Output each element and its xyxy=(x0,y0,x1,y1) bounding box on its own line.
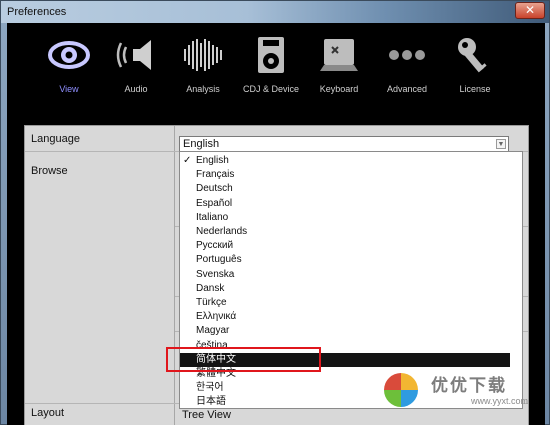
tab-label: View xyxy=(59,84,79,94)
key-icon xyxy=(458,38,487,73)
watermark-logo-icon xyxy=(384,373,418,407)
annotation-highlight-box xyxy=(166,347,321,372)
tab-audio[interactable]: Audio xyxy=(101,35,171,101)
language-option-label: Svenska xyxy=(196,268,235,280)
language-option[interactable]: Svenska xyxy=(180,268,522,282)
language-option-label: Ελληνικά xyxy=(196,311,237,323)
column-divider xyxy=(174,126,175,425)
language-option-label: Türkçe xyxy=(196,297,227,308)
language-option-label: Русский xyxy=(196,240,234,252)
speaker-icon xyxy=(116,40,151,70)
layout-label: Layout xyxy=(31,407,65,419)
language-option-label: English xyxy=(196,155,229,166)
tab-label: Advanced xyxy=(386,84,428,94)
title-bar[interactable]: Preferences ✕ xyxy=(1,1,549,23)
tab-cdj-device[interactable]: CDJ & Device xyxy=(236,35,306,101)
tab-view[interactable]: View xyxy=(34,35,104,101)
preferences-toolbar: View Audio Analysis CDJ & Device Keyboar… xyxy=(7,23,545,105)
tab-keyboard[interactable]: Keyboard xyxy=(304,35,374,101)
language-option-label: Français xyxy=(196,169,235,181)
language-option[interactable]: Deutsch xyxy=(180,182,522,196)
tab-analysis[interactable]: Analysis xyxy=(168,35,238,101)
language-option[interactable]: Italiano xyxy=(180,211,522,225)
watermark: 优优下载 www.yyxt.com xyxy=(373,369,548,409)
language-option-label: 한국어 xyxy=(196,382,224,394)
browse-label: Browse xyxy=(31,165,68,177)
language-option-label: Italiano xyxy=(196,211,229,223)
language-option[interactable]: Русский xyxy=(180,239,522,253)
language-option-label: Nederlands xyxy=(196,226,248,237)
tab-label: License xyxy=(459,84,491,94)
window-title: Preferences xyxy=(7,6,67,18)
language-option[interactable]: ✓ English xyxy=(180,154,522,168)
checkmark-icon: ✓ xyxy=(183,155,192,166)
language-option[interactable]: Français xyxy=(180,168,522,182)
language-option-label: Español xyxy=(196,197,233,209)
preferences-window: Preferences ✕ View Audio Analysis CDJ & … xyxy=(0,0,550,425)
language-option-label: Dansk xyxy=(196,282,225,294)
language-option-label: Deutsch xyxy=(196,183,233,195)
dots-icon xyxy=(389,50,425,60)
tab-license[interactable]: License xyxy=(440,35,510,101)
language-label: Language xyxy=(31,133,80,145)
tab-label: CDJ & Device xyxy=(242,84,299,94)
language-option-label: Magyar xyxy=(196,325,230,337)
layout-value: Tree View xyxy=(182,409,231,421)
close-button[interactable]: ✕ xyxy=(515,2,545,19)
language-option[interactable]: Ελληνικά xyxy=(180,310,522,324)
tab-label: Analysis xyxy=(186,84,220,94)
waveform-icon xyxy=(184,39,222,71)
language-option-label: Português xyxy=(196,254,242,266)
language-option[interactable]: Dansk xyxy=(180,282,522,296)
language-option[interactable]: Português xyxy=(180,253,522,267)
keyboard-icon xyxy=(320,39,358,71)
tab-advanced[interactable]: Advanced xyxy=(372,35,442,101)
language-option-label: 日本語 xyxy=(196,396,226,408)
language-option[interactable]: Español xyxy=(180,197,522,211)
tab-label: Keyboard xyxy=(319,84,359,94)
device-icon xyxy=(258,37,284,73)
tab-label: Audio xyxy=(124,84,148,94)
watermark-url: www.yyxt.com xyxy=(471,396,529,406)
watermark-text: 优优下载 xyxy=(431,376,507,395)
language-selected-value: English xyxy=(183,138,220,150)
eye-icon xyxy=(48,41,90,69)
language-option[interactable]: Türkçe xyxy=(180,296,522,310)
language-select[interactable]: English ▼ xyxy=(179,136,509,152)
language-option[interactable]: Nederlands xyxy=(180,225,522,239)
language-option[interactable]: Magyar xyxy=(180,324,522,338)
dropdown-arrow-icon[interactable]: ▼ xyxy=(496,139,506,149)
